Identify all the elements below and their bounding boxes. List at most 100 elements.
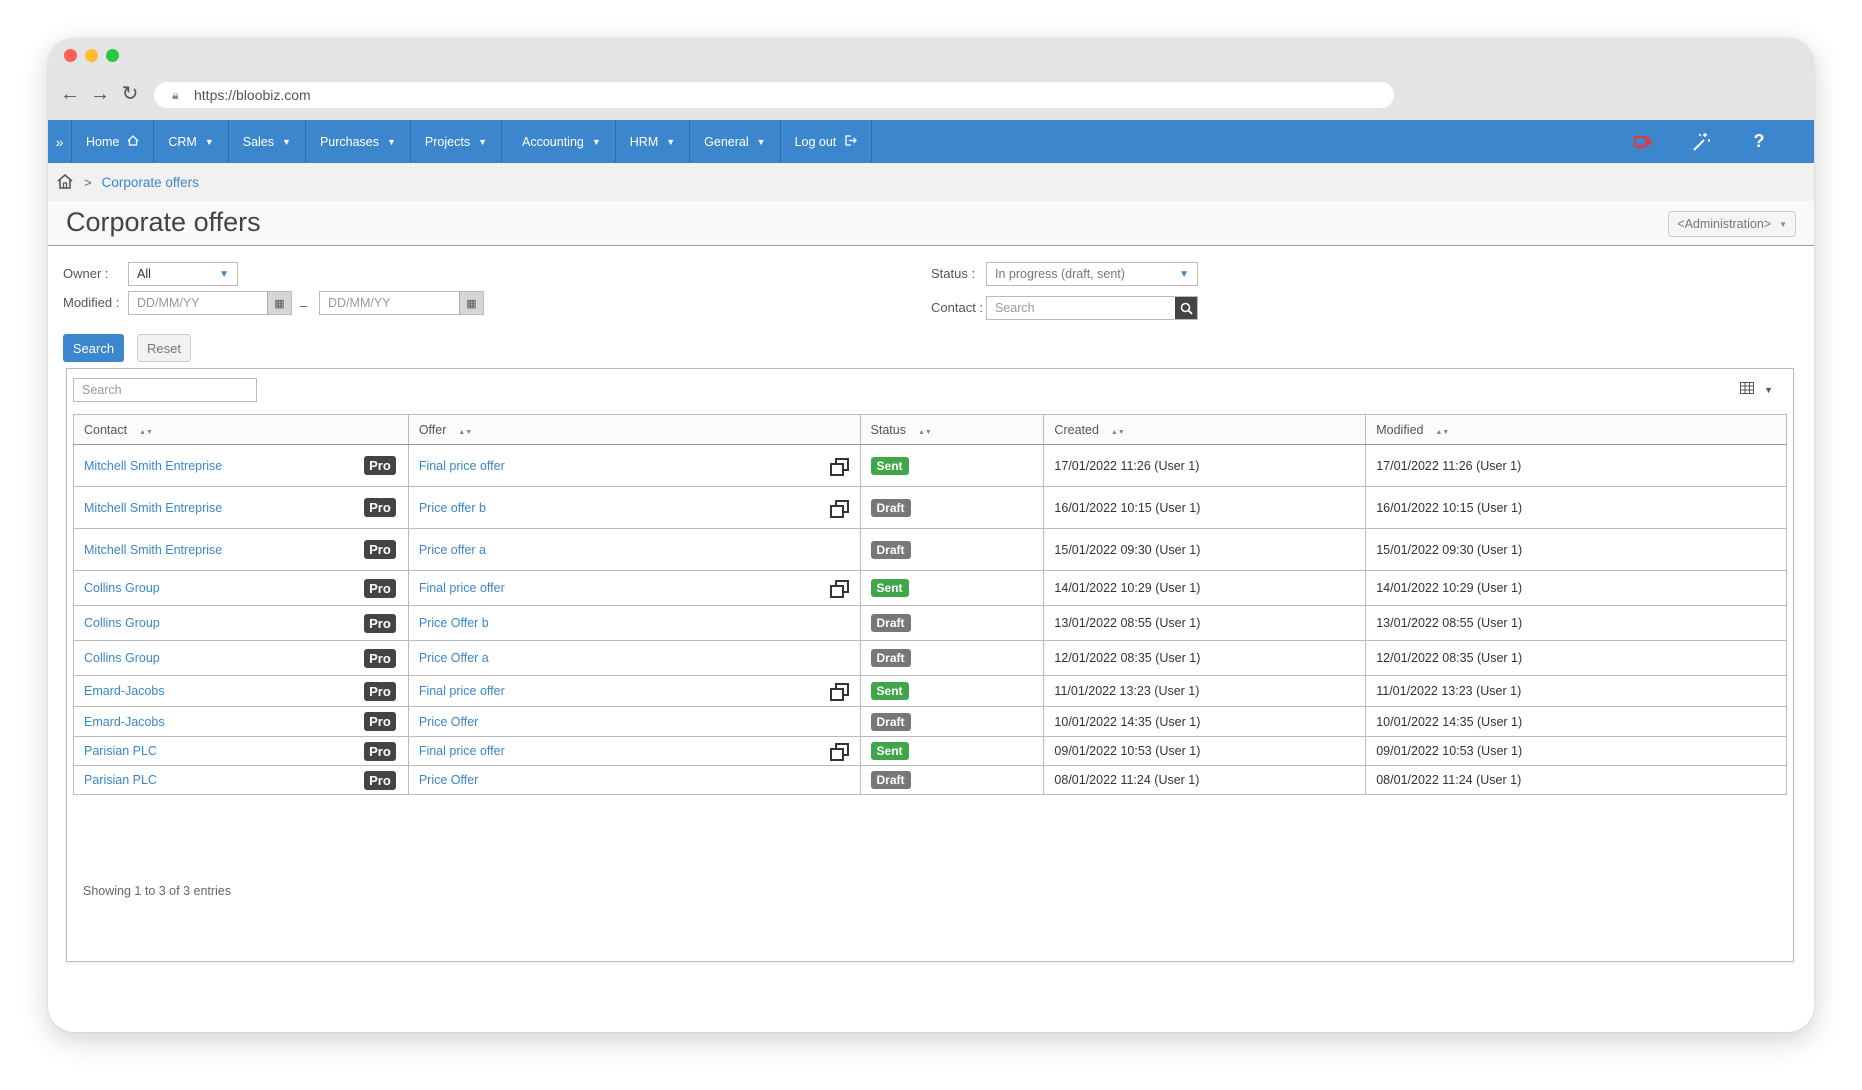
contact-link[interactable]: Collins Group (84, 581, 160, 595)
help-icon[interactable]: ? (1748, 131, 1770, 153)
nav-item-label: Purchases (319, 134, 379, 149)
calendar-icon[interactable]: ▦ (459, 292, 483, 314)
contact-link[interactable]: Emard-Jacobs (84, 715, 165, 729)
reload-icon[interactable]: ↻ (120, 84, 140, 104)
nav-item-crm[interactable]: CRM ▼ (154, 120, 229, 163)
contact-label: Contact : (931, 300, 984, 315)
created-cell: 17/01/2022 11:26 (User 1) (1043, 444, 1367, 487)
nav-item-accounting[interactable]: Accounting ▼ (502, 120, 616, 163)
nav-item-projects[interactable]: Projects ▼ (411, 120, 502, 163)
top-navigation: » Home CRM ▼ Sales ▼ Purchases ▼ Projects ▼ Accou… (48, 120, 1814, 163)
table-grid-icon (1740, 382, 1755, 397)
nav-item-general[interactable]: General ▼ (690, 120, 781, 163)
search-button[interactable]: Search (63, 334, 124, 362)
pro-badge: Pro (364, 681, 396, 701)
offer-link[interactable]: Final price offer (419, 744, 505, 758)
minimize-window-button[interactable] (85, 49, 98, 62)
column-header-offer[interactable]: Offer ▲▼ (407, 414, 861, 445)
copy-icon[interactable] (829, 683, 849, 701)
forward-arrow-icon[interactable]: → (90, 84, 110, 104)
search-icon[interactable] (1175, 297, 1197, 319)
home-icon[interactable] (56, 173, 74, 192)
pro-badge: Pro (364, 578, 396, 598)
contact-link[interactable]: Emard-Jacobs (84, 684, 165, 698)
modified-to-date[interactable]: DD/MM/YY ▦ (319, 291, 484, 315)
table-search-input[interactable]: Search (73, 378, 257, 402)
address-bar[interactable]: 🔒︎ https://bloobiz.com (154, 82, 1394, 108)
magic-wand-icon[interactable] (1690, 131, 1712, 153)
contact-link[interactable]: Parisian PLC (84, 744, 157, 758)
nav-item-purchases[interactable]: Purchases ▼ (306, 120, 411, 163)
offer-link[interactable]: Final price offer (419, 684, 505, 698)
column-header-label: Created (1054, 422, 1099, 437)
contact-link[interactable]: Mitchell Smith Entreprise (84, 543, 222, 557)
status-badge: Draft (870, 540, 911, 559)
offer-link[interactable]: Price Offer a (419, 651, 489, 665)
contact-search-input[interactable]: Search (986, 296, 1198, 320)
created-cell: 14/01/2022 10:29 (User 1) (1043, 570, 1367, 606)
owner-select[interactable]: All ▼ (128, 262, 238, 286)
calendar-icon[interactable]: ▦ (267, 292, 291, 314)
created-cell: 16/01/2022 10:15 (User 1) (1043, 486, 1367, 529)
nav-item-home[interactable]: Home (72, 120, 155, 163)
contact-cell: Emard-Jacobs Pro (73, 675, 409, 707)
offer-link[interactable]: Price Offer (419, 715, 479, 729)
status-badge: Sent (870, 682, 909, 700)
reset-button[interactable]: Reset (137, 334, 191, 362)
contact-link[interactable]: Mitchell Smith Entreprise (84, 459, 222, 473)
nav-item-sales[interactable]: Sales ▼ (229, 120, 306, 163)
chevron-right-icon: > (84, 174, 92, 190)
contact-cell: Collins Group Pro (73, 640, 409, 676)
status-badge: Draft (870, 771, 911, 789)
contact-link[interactable]: Collins Group (84, 616, 160, 630)
nav-item-label: CRM (168, 134, 197, 149)
column-header-created[interactable]: Created ▲▼ (1043, 414, 1367, 445)
column-header-modified[interactable]: Modified ▲▼ (1365, 414, 1787, 445)
back-arrow-icon[interactable]: ← (60, 84, 80, 104)
contact-cell: Collins Group Pro (73, 570, 409, 606)
contact-link[interactable]: Parisian PLC (84, 773, 157, 787)
offer-link[interactable]: Price Offer b (419, 616, 489, 630)
copy-icon[interactable] (829, 743, 849, 761)
modified-cell: 09/01/2022 10:53 (User 1) (1365, 736, 1787, 766)
status-cell: Draft (859, 486, 1045, 529)
maximize-window-button[interactable] (106, 49, 119, 62)
contact-cell: Collins Group Pro (73, 605, 409, 641)
video-camera-icon[interactable] (1632, 131, 1654, 153)
modified-from-date[interactable]: DD/MM/YY ▦ (128, 291, 292, 315)
table-row: Mitchell Smith Entreprise Pro Price offer … (73, 528, 1787, 571)
close-window-button[interactable] (64, 49, 77, 62)
status-badge: Draft (870, 649, 911, 667)
copy-icon[interactable] (829, 457, 849, 476)
column-visibility-toggle[interactable]: ▼ (1740, 382, 1773, 397)
column-header-contact[interactable]: Contact ▲▼ (73, 414, 409, 445)
menu-expand-icon[interactable]: » (48, 120, 72, 163)
column-header-label: Contact (84, 422, 128, 437)
administration-select[interactable]: <Administration> ▼ (1668, 211, 1796, 237)
offer-link[interactable]: Final price offer (419, 459, 505, 473)
offer-link[interactable]: Price offer b (419, 501, 486, 515)
nav-item-log-out[interactable]: Log out (781, 120, 873, 163)
copy-icon[interactable] (829, 580, 849, 598)
offer-link[interactable]: Price offer a (419, 543, 486, 557)
table-search-placeholder: Search (82, 383, 122, 397)
contact-cell: Parisian PLC Pro (73, 765, 409, 795)
contact-link[interactable]: Mitchell Smith Entreprise (84, 501, 222, 515)
column-header-status[interactable]: Status ▲▼ (859, 414, 1045, 445)
contact-link[interactable]: Collins Group (84, 651, 160, 665)
logout-icon (844, 134, 858, 150)
page-title: Corporate offers (66, 207, 261, 237)
offer-link[interactable]: Final price offer (419, 581, 505, 595)
offer-cell: Price Offer a (407, 640, 861, 676)
breadcrumb-current[interactable]: Corporate offers (102, 175, 199, 190)
status-cell: Draft (859, 765, 1045, 795)
offer-link[interactable]: Price Offer (419, 773, 479, 787)
offer-cell: Price Offer (407, 706, 861, 737)
status-select[interactable]: In progress (draft, sent) ▼ (986, 262, 1198, 286)
nav-item-hrm[interactable]: HRM ▼ (616, 120, 691, 163)
url-text: https://bloobiz.com (194, 87, 311, 103)
copy-icon[interactable] (829, 499, 849, 518)
nav-item-label: Home (86, 134, 120, 149)
nav-item-label: Log out (794, 134, 837, 149)
browser-window: ← → ↻ 🔒︎ https://bloobiz.com » Home CRM ▼ S… (48, 38, 1814, 1032)
